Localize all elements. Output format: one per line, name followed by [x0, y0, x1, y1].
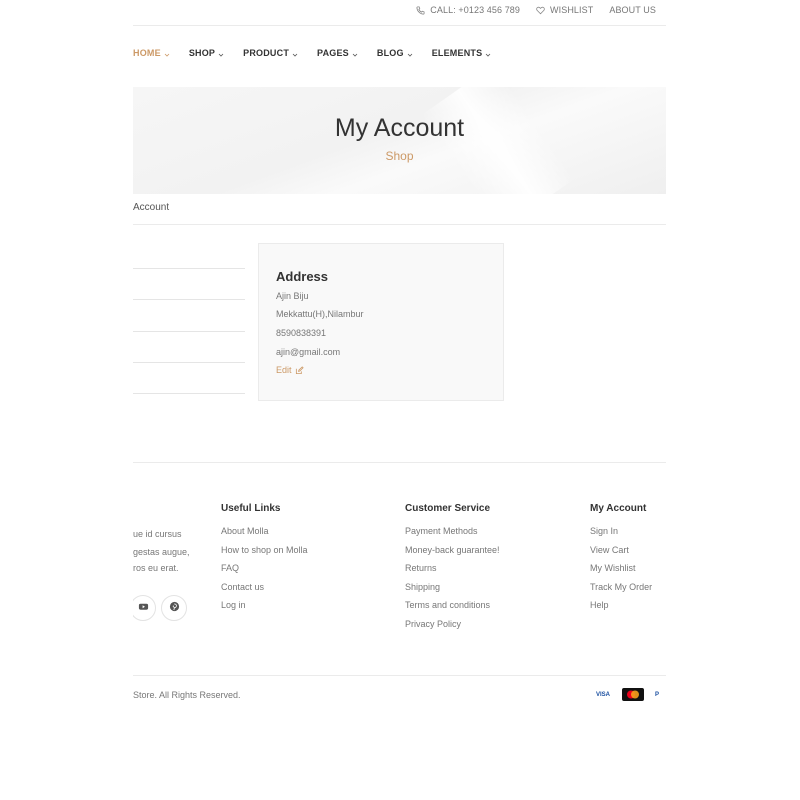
visa-icon: VISA	[593, 688, 613, 701]
footer-link[interactable]: How to shop on Molla	[221, 544, 308, 563]
edit-label: Edit	[276, 365, 292, 375]
footer-link[interactable]: Help	[590, 599, 652, 618]
footer-link[interactable]: Privacy Policy	[405, 618, 500, 637]
youtube-link[interactable]	[133, 595, 156, 621]
footer-my-account: My Account Sign In View Cart My Wishlist…	[590, 503, 652, 618]
footer-link[interactable]: Log in	[221, 599, 308, 618]
address-name: Ajin Biju	[276, 291, 309, 301]
wishlist-text: WISHLIST	[550, 5, 594, 15]
nav-item-label: SHOP	[188, 48, 216, 58]
address-card: Address Ajin Biju Mekkattu(H),Nilambur 8…	[258, 243, 504, 401]
paypal-icon: P	[655, 688, 666, 701]
footer-divider	[133, 462, 666, 463]
pinterest-link[interactable]	[161, 595, 187, 621]
account-menu-divider	[133, 362, 245, 363]
nav-item-label: BLOG	[376, 48, 404, 58]
about-us-link[interactable]: ABOUT US	[609, 5, 656, 15]
nav-item-label: PAGES	[317, 48, 349, 58]
account-menu-divider	[133, 331, 245, 332]
footer-useful-links: Useful Links About Molla How to shop on …	[221, 503, 308, 618]
chevron-down-icon	[292, 50, 298, 57]
paypal-label: P	[655, 691, 660, 698]
pinterest-icon	[169, 599, 180, 617]
youtube-icon	[138, 599, 149, 617]
footer-about-line: ue id cursus	[133, 529, 182, 539]
nav-item-product[interactable]: PRODUCT	[243, 48, 298, 58]
footer-link[interactable]: Contact us	[221, 581, 308, 600]
visa-label: VISA	[595, 691, 610, 698]
chevron-down-icon	[352, 50, 358, 57]
page-subtitle: Shop	[385, 149, 414, 163]
nav-item-label: ELEMENTS	[431, 48, 483, 58]
footer-link[interactable]: Track My Order	[590, 581, 652, 600]
breadcrumb: Account	[133, 202, 170, 213]
heart-icon	[536, 6, 545, 15]
chevron-down-icon	[164, 50, 170, 57]
address-email: ajin@gmail.com	[276, 347, 341, 357]
nav-item-label: PRODUCT	[243, 48, 290, 58]
footer-link[interactable]: Returns	[405, 562, 500, 581]
nav-item-elements[interactable]: ELEMENTS	[432, 48, 492, 58]
address-heading: Address	[276, 269, 329, 284]
address-street: Mekkattu(H),Nilambur	[276, 309, 364, 319]
nav-item-blog[interactable]: BLOG	[377, 48, 413, 58]
footer-link[interactable]: Payment Methods	[405, 525, 500, 544]
footer-link[interactable]: My Wishlist	[590, 562, 652, 581]
footer-customer-service: Customer Service Payment Methods Money-b…	[405, 503, 500, 636]
breadcrumb-divider	[133, 224, 666, 225]
wishlist-link[interactable]: WISHLIST	[536, 5, 593, 15]
page-viewport: CALL: +0123 456 789 WISHLIST ABOUT US HO…	[133, 0, 666, 800]
nav-item-pages[interactable]: PAGES	[317, 48, 358, 58]
footer-link[interactable]: Sign In	[590, 525, 652, 544]
account-menu-divider	[133, 299, 245, 300]
footer-about-line: gestas augue,	[133, 547, 190, 557]
address-phone: 8590838391	[276, 328, 327, 338]
call-link[interactable]: CALL: +0123 456 789	[416, 5, 520, 15]
account-menu-divider	[133, 268, 245, 269]
footer-link[interactable]: Money-back guarantee!	[405, 544, 500, 563]
top-bar: CALL: +0123 456 789 WISHLIST ABOUT US	[133, 0, 666, 26]
phone-icon	[416, 5, 425, 15]
footer-bottom-divider	[133, 675, 666, 676]
page-header-banner: My Account Shop	[133, 87, 666, 194]
about-us-text: ABOUT US	[609, 5, 656, 15]
footer-column-title: Useful Links	[221, 503, 281, 514]
nav-item-label: HOME	[133, 48, 161, 58]
chevron-down-icon	[407, 50, 413, 57]
nav-item-home[interactable]: HOME	[133, 48, 170, 58]
nav-item-shop[interactable]: SHOP	[189, 48, 224, 58]
chevron-down-icon	[485, 50, 491, 57]
mastercard-icon	[622, 688, 644, 701]
footer-link[interactable]: Shipping	[405, 581, 500, 600]
copyright-text: Store. All Rights Reserved.	[133, 690, 241, 700]
footer-column-title: My Account	[590, 503, 647, 514]
footer-link[interactable]: About Molla	[221, 525, 308, 544]
footer-about-line: ros eu erat.	[133, 563, 179, 573]
footer-link[interactable]: Terms and conditions	[405, 599, 500, 618]
footer-link[interactable]: FAQ	[221, 562, 308, 581]
account-menu-divider	[133, 393, 245, 394]
footer-column-title: Customer Service	[405, 503, 491, 514]
chevron-down-icon	[218, 50, 224, 57]
page-title: My Account	[334, 114, 465, 142]
footer-link[interactable]: View Cart	[590, 544, 652, 563]
main-nav: HOME SHOP PRODUCT PAGES BLOG ELEMENTS	[133, 48, 491, 58]
call-text: CALL: +0123 456 789	[430, 5, 521, 15]
edit-address-link[interactable]: Edit	[276, 365, 304, 375]
edit-icon	[295, 365, 304, 375]
